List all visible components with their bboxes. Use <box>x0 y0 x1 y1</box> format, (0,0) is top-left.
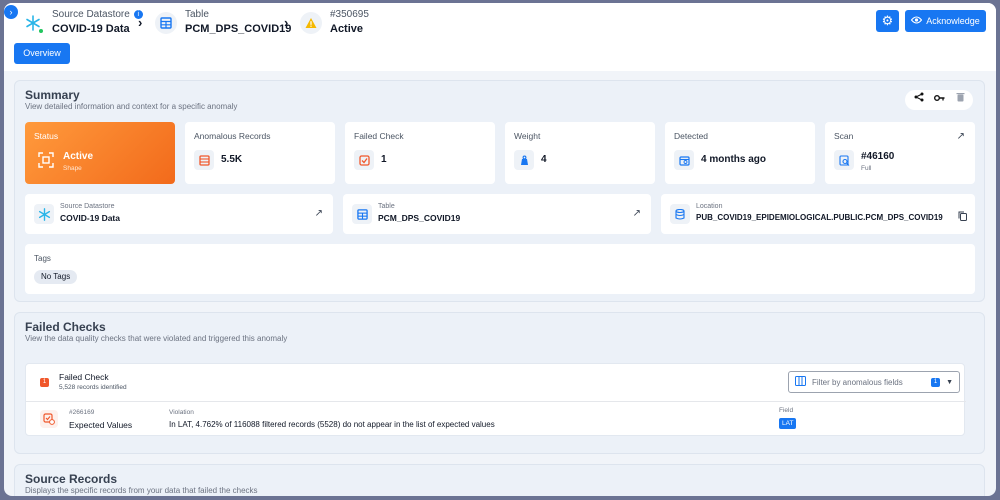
calendar-icon <box>674 150 694 170</box>
check-id[interactable]: #266169 <box>69 409 94 416</box>
table-icon <box>352 204 372 224</box>
anomalous-records-card: Anomalous Records 5.5K <box>185 122 335 184</box>
database-icon <box>670 204 690 224</box>
gear-icon: ⚙ <box>881 13 894 28</box>
tab-overview[interactable]: Overview <box>14 43 70 64</box>
violation-label: Violation <box>169 409 194 416</box>
source-records-subtitle: Displays the specific records from your … <box>25 486 258 495</box>
breadcrumb-value: COVID-19 Data <box>52 23 130 35</box>
copy-icon[interactable] <box>958 208 967 226</box>
detected-value: 4 months ago <box>701 154 767 165</box>
external-link-icon[interactable]: ↗ <box>957 131 965 142</box>
detected-label: Detected <box>674 131 709 141</box>
eye-icon <box>911 16 923 26</box>
location-card: Location PUB_COVID19_EPIDEMIOLOGICAL.PUB… <box>661 194 975 234</box>
failed-group-title: Failed Check <box>59 372 109 382</box>
weight-label: Weight <box>514 131 541 141</box>
breadcrumb-label: Table <box>185 9 209 20</box>
location-label: Location <box>696 203 723 210</box>
chevron-right-icon: › <box>138 15 143 30</box>
weight-value: 4 <box>541 154 547 165</box>
sidebar-toggle-button[interactable]: › <box>4 5 18 19</box>
failed-group-sub: 5,528 records identified <box>59 384 127 391</box>
status-card: Status Active Shape <box>25 122 175 184</box>
external-link-icon[interactable]: ↗ <box>315 208 323 219</box>
table-value: PCM_DPS_COVID19 <box>378 213 461 223</box>
location-value: PUB_COVID19_EPIDEMIOLOGICAL.PUBLIC.PCM_D… <box>696 213 943 222</box>
scan-card[interactable]: Scan ↗ #46160 Full <box>825 122 975 184</box>
caret-down-icon: ▼ <box>946 378 953 386</box>
failed-checks-title: Failed Checks <box>25 320 106 334</box>
scan-icon <box>834 150 854 170</box>
breadcrumb-datastore[interactable]: Source Datastore i COVID-19 Data <box>22 9 143 36</box>
failed-check-value: 1 <box>381 154 387 165</box>
breadcrumb-table[interactable]: Table PCM_DPS_COVID19 <box>155 9 291 36</box>
source-datastore-label: Source Datastore <box>60 203 115 210</box>
violation-text: In LAT, 4.762% of 116088 filtered record… <box>169 420 495 429</box>
check-icon <box>354 150 374 170</box>
field-tag[interactable]: LAT <box>779 418 797 429</box>
snowflake-icon <box>34 204 54 224</box>
header: Source Datastore i COVID-19 Data › Table … <box>4 3 996 71</box>
breadcrumb-value: Active <box>330 23 364 35</box>
anomalous-fields-filter[interactable]: Filter by anomalous fields 1 ▼ <box>788 371 960 393</box>
check-alert-icon <box>40 410 58 428</box>
summary-title: Summary <box>25 88 80 102</box>
source-records-panel: Source Records Displays the specific rec… <box>14 464 985 496</box>
table-card[interactable]: Table PCM_DPS_COVID19 ↗ <box>343 194 651 234</box>
anomalous-records-value: 5.5K <box>221 154 243 165</box>
app-frame: Source Datastore i COVID-19 Data › Table … <box>4 3 996 496</box>
breadcrumb-value: PCM_DPS_COVID19 <box>185 23 292 35</box>
snowflake-icon <box>22 11 44 34</box>
filter-placeholder: Filter by anomalous fields <box>812 377 903 387</box>
failed-count-badge: 1 <box>40 378 49 387</box>
scan-value: #46160 <box>861 151 895 162</box>
filter-count-badge: 1 <box>931 377 941 387</box>
acknowledge-button[interactable]: Acknowledge <box>905 10 986 32</box>
tags-card: Tags No Tags <box>25 244 975 294</box>
source-datastore-card[interactable]: Source Datastore COVID-19 Data ↗ <box>25 194 333 234</box>
failed-checks-subtitle: View the data quality checks that were v… <box>25 334 288 343</box>
detected-card: Detected 4 months ago <box>665 122 815 184</box>
source-records-title: Source Records <box>25 472 118 486</box>
status-value: Active <box>63 151 94 162</box>
scan-sub: Full <box>861 165 872 172</box>
breadcrumb-anomaly[interactable]: #350695 Active <box>300 9 369 36</box>
records-icon <box>194 150 214 170</box>
failed-checks-panel: Failed Checks View the data quality chec… <box>14 312 985 454</box>
external-link-icon[interactable]: ↗ <box>633 208 641 219</box>
warning-icon <box>300 11 322 34</box>
summary-panel: Summary View detailed information and co… <box>14 80 985 302</box>
columns-icon <box>795 376 806 388</box>
summary-subtitle: View detailed information and context fo… <box>25 102 238 111</box>
breadcrumb-label: Source Datastore <box>52 9 130 20</box>
shape-icon <box>38 152 54 173</box>
breadcrumb-label: #350695 <box>330 9 369 20</box>
divider <box>26 401 966 402</box>
trash-icon[interactable] <box>951 91 969 109</box>
failed-checks-table: 1 Failed Check 5,528 records identified … <box>25 363 966 436</box>
weight-icon <box>514 150 534 170</box>
source-datastore-value: COVID-19 Data <box>60 213 120 223</box>
field-label: Field <box>779 407 794 414</box>
table-icon <box>155 11 177 34</box>
chevron-right-icon: › <box>284 15 289 30</box>
check-name: Expected Values <box>69 420 133 430</box>
failed-check-label: Failed Check <box>354 131 404 141</box>
status-sub: Shape <box>63 165 82 172</box>
weight-card: Weight 4 <box>505 122 655 184</box>
key-icon[interactable] <box>930 91 948 109</box>
failed-check-card: Failed Check 1 <box>345 122 495 184</box>
share-icon[interactable] <box>910 91 928 109</box>
tag-pill: No Tags <box>34 270 78 284</box>
status-label: Status <box>34 131 59 141</box>
acknowledge-label: Acknowledge <box>926 16 980 26</box>
table-label: Table <box>378 203 395 210</box>
tags-label: Tags <box>34 254 51 263</box>
settings-button[interactable]: ⚙ <box>876 10 899 32</box>
anomalous-records-label: Anomalous Records <box>194 131 271 141</box>
scan-label: Scan <box>834 131 854 141</box>
